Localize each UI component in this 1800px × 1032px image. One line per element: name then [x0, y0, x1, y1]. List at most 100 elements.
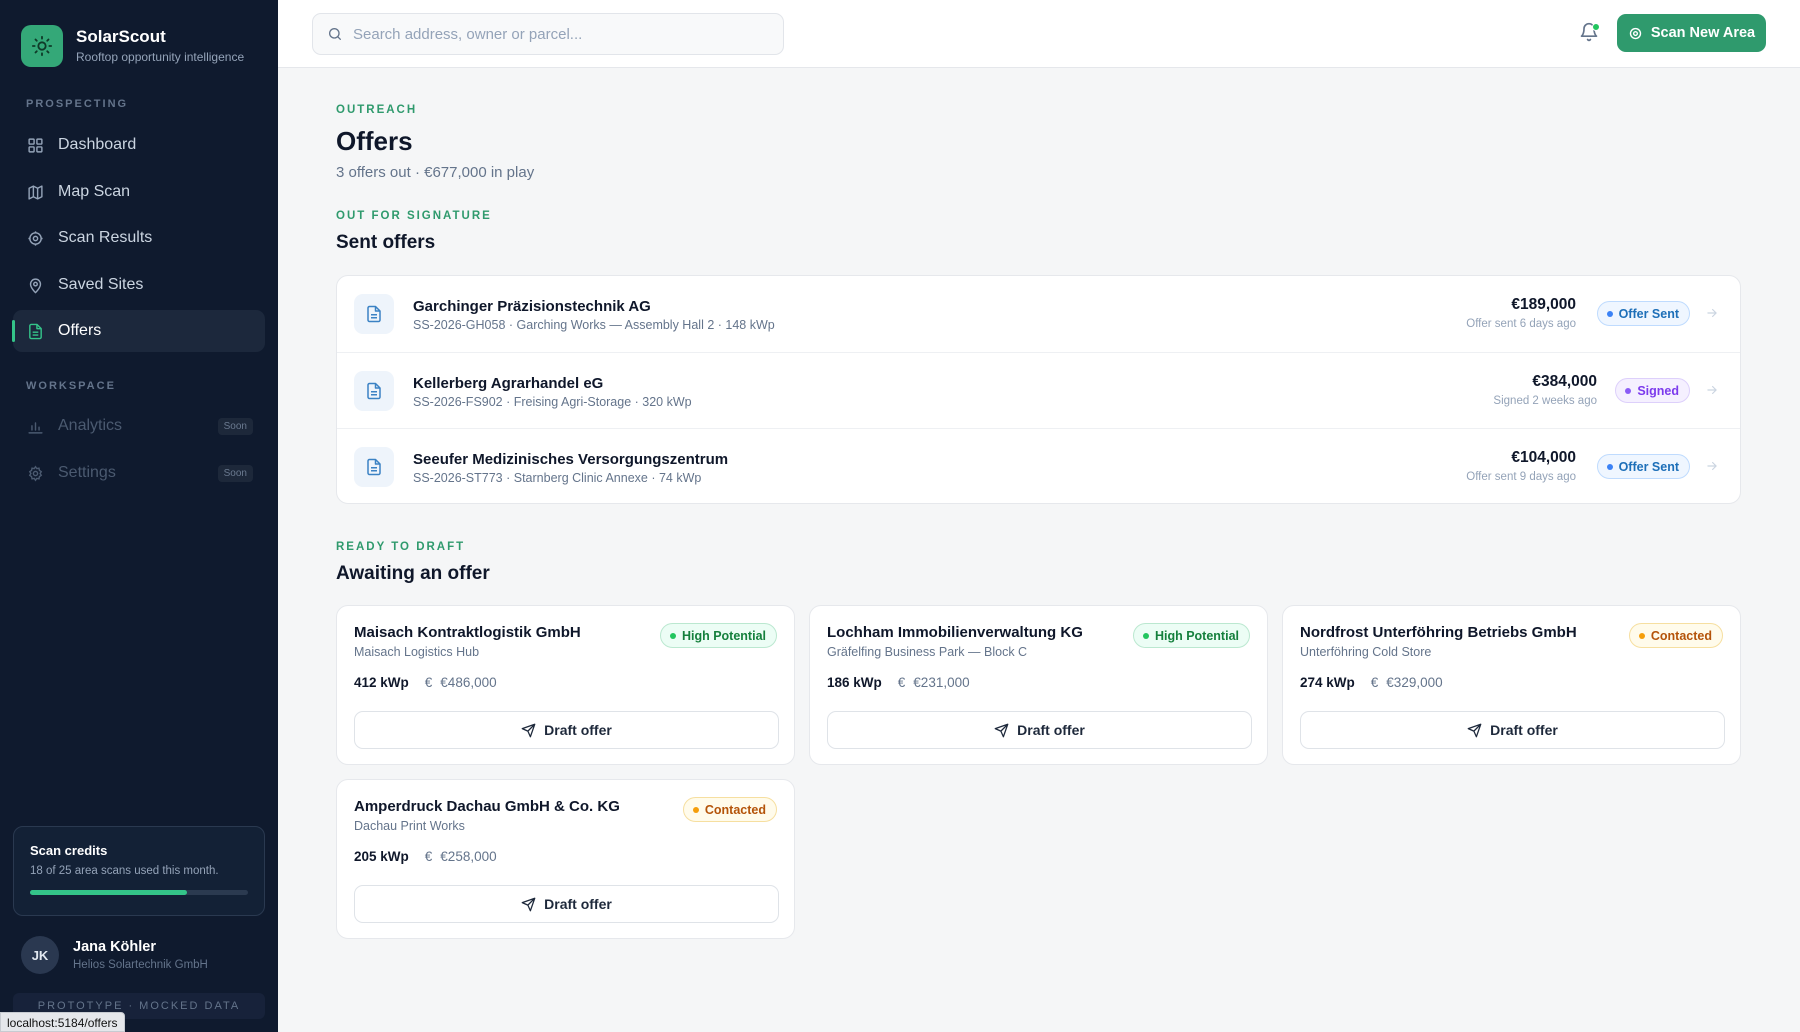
site-location: Dachau Print Works — [354, 819, 465, 833]
arrow-right-icon[interactable] — [1704, 458, 1720, 474]
offer-row[interactable]: Kellerberg Agrarhandel eG SS-2026-FS902 … — [337, 352, 1740, 428]
bar-chart-icon — [26, 417, 44, 435]
search-input[interactable] — [353, 25, 753, 43]
site-company: Amperdruck Dachau GmbH & Co. KG — [354, 798, 620, 815]
search-icon — [327, 26, 343, 42]
offer-meta: SS-2026-ST773 · Starnberg Clinic Annexe … — [413, 471, 702, 485]
site-card: Nordfrost Unterföhring Betriebs GmbH Unt… — [1282, 605, 1741, 765]
pin-icon — [26, 276, 44, 294]
euro-icon: € — [897, 675, 906, 690]
sidebar-item-settings: Settings Soon — [13, 452, 265, 494]
offer-meta: SS-2026-GH058 · Garching Works — Assembl… — [413, 318, 775, 332]
document-icon — [354, 294, 394, 334]
offer-meta: SS-2026-FS902 · Freising Agri-Storage · … — [413, 395, 692, 409]
status-badge: Contacted — [682, 797, 777, 822]
target-icon — [26, 229, 44, 247]
offer-timestamp: Signed 2 weeks ago — [1493, 395, 1597, 407]
draft-offer-button[interactable]: Draft offer — [1300, 711, 1725, 749]
site-value: €486,000 — [440, 675, 497, 690]
offer-timestamp: Offer sent 9 days ago — [1466, 471, 1576, 483]
offer-company: Kellerberg Agrarhandel eG — [413, 375, 604, 392]
draft-offer-label: Draft offer — [544, 896, 612, 912]
offer-amount: €189,000 — [1511, 296, 1576, 313]
brand-tagline: Rooftop opportunity intelligence — [76, 50, 245, 64]
send-icon — [521, 897, 536, 912]
offer-amount: €104,000 — [1511, 449, 1576, 466]
soon-badge: Soon — [217, 417, 253, 435]
target-icon — [1628, 26, 1643, 41]
user-name: Jana Köhler — [73, 939, 156, 955]
offer-company: Garchinger Präzisionstechnik AG — [413, 298, 651, 315]
document-icon — [26, 322, 44, 340]
euro-icon: € — [424, 675, 433, 690]
draft-offer-label: Draft offer — [1490, 722, 1558, 738]
draft-offer-label: Draft offer — [1017, 722, 1085, 738]
offer-amount: €384,000 — [1532, 373, 1597, 390]
search-box[interactable] — [312, 13, 784, 55]
soon-badge: Soon — [217, 464, 253, 482]
page-subtitle: 3 offers out · €677,000 in play — [336, 164, 535, 181]
status-badge: Contacted — [1628, 623, 1723, 648]
nav-section-prospecting: PROSPECTING — [26, 98, 129, 110]
document-icon — [354, 371, 394, 411]
send-icon — [1467, 723, 1482, 738]
grid-icon — [26, 136, 44, 154]
sidebar-item-label: Offers — [58, 322, 102, 339]
site-company: Maisach Kontraktlogistik GmbH — [354, 624, 581, 641]
credits-subtitle: 18 of 25 area scans used this month. — [30, 865, 219, 877]
draft-offer-button[interactable]: Draft offer — [354, 885, 779, 923]
scan-new-area-label: Scan New Area — [1650, 25, 1756, 41]
euro-icon: € — [1370, 675, 1379, 690]
page-title: Offers — [336, 126, 413, 156]
avatar: JK — [21, 936, 59, 974]
notifications-button[interactable] — [1579, 22, 1601, 44]
offer-row[interactable]: Seeufer Medizinisches Versorgungszentrum… — [337, 428, 1740, 504]
sun-icon — [21, 25, 63, 67]
euro-icon: € — [424, 849, 433, 864]
site-location: Unterföhring Cold Store — [1300, 645, 1432, 659]
status-badge: Signed — [1615, 378, 1690, 403]
brand[interactable]: SolarScout Rooftop opportunity intellige… — [21, 25, 244, 67]
send-icon — [994, 723, 1009, 738]
credits-progress-bar — [30, 890, 248, 895]
sidebar-item-label: Map Scan — [58, 183, 131, 200]
page-eyebrow: OUTREACH — [336, 104, 418, 116]
sidebar-item-dashboard[interactable]: Dashboard — [13, 124, 265, 166]
sent-eyebrow: OUT FOR SIGNATURE — [336, 210, 492, 222]
sidebar-item-map-scan[interactable]: Map Scan — [13, 171, 265, 213]
sidebar-item-label: Dashboard — [58, 136, 137, 153]
sent-offers-list: Garchinger Präzisionstechnik AG SS-2026-… — [336, 275, 1741, 504]
site-card: Amperdruck Dachau GmbH & Co. KG Dachau P… — [336, 779, 795, 939]
sidebar-item-label: Settings — [58, 464, 116, 481]
sidebar-item-analytics: Analytics Soon — [13, 405, 265, 447]
sidebar-item-offers[interactable]: Offers — [12, 310, 265, 352]
notification-dot — [1592, 23, 1600, 31]
nav-section-workspace: WORKSPACE — [26, 380, 116, 392]
site-card: Maisach Kontraktlogistik GmbH Maisach Lo… — [336, 605, 795, 765]
offer-row[interactable]: Garchinger Präzisionstechnik AG SS-2026-… — [337, 276, 1740, 352]
arrow-right-icon[interactable] — [1704, 305, 1720, 321]
sidebar-item-scan-results[interactable]: Scan Results — [13, 217, 265, 259]
site-location: Maisach Logistics Hub — [354, 645, 480, 659]
arrow-right-icon[interactable] — [1704, 382, 1720, 398]
site-capacity: 205 kWp — [354, 849, 409, 864]
status-url: localhost:5184/offers — [0, 1012, 125, 1032]
document-icon — [354, 447, 394, 487]
draft-offer-button[interactable]: Draft offer — [354, 711, 779, 749]
credits-title: Scan credits — [30, 843, 108, 858]
sidebar-item-label: Scan Results — [58, 229, 153, 246]
site-value: €329,000 — [1386, 675, 1443, 690]
scan-credits-card: Scan credits 18 of 25 area scans used th… — [13, 826, 265, 916]
sidebar-item-label: Analytics — [58, 417, 123, 434]
sidebar: SolarScout Rooftop opportunity intellige… — [0, 0, 278, 1032]
awaiting-title: Awaiting an offer — [336, 563, 490, 584]
draft-offer-button[interactable]: Draft offer — [827, 711, 1252, 749]
sent-title: Sent offers — [336, 232, 436, 253]
scan-new-area-button[interactable]: Scan New Area — [1617, 14, 1766, 52]
site-capacity: 186 kWp — [827, 675, 882, 690]
sidebar-item-saved-sites[interactable]: Saved Sites — [13, 264, 265, 306]
site-company: Nordfrost Unterföhring Betriebs GmbH — [1300, 624, 1577, 641]
credits-progress-fill — [30, 890, 187, 895]
site-card: Lochham Immobilienverwaltung KG Gräfelfi… — [809, 605, 1268, 765]
user-profile[interactable]: JK Jana Köhler Helios Solartechnik GmbH — [21, 936, 208, 974]
